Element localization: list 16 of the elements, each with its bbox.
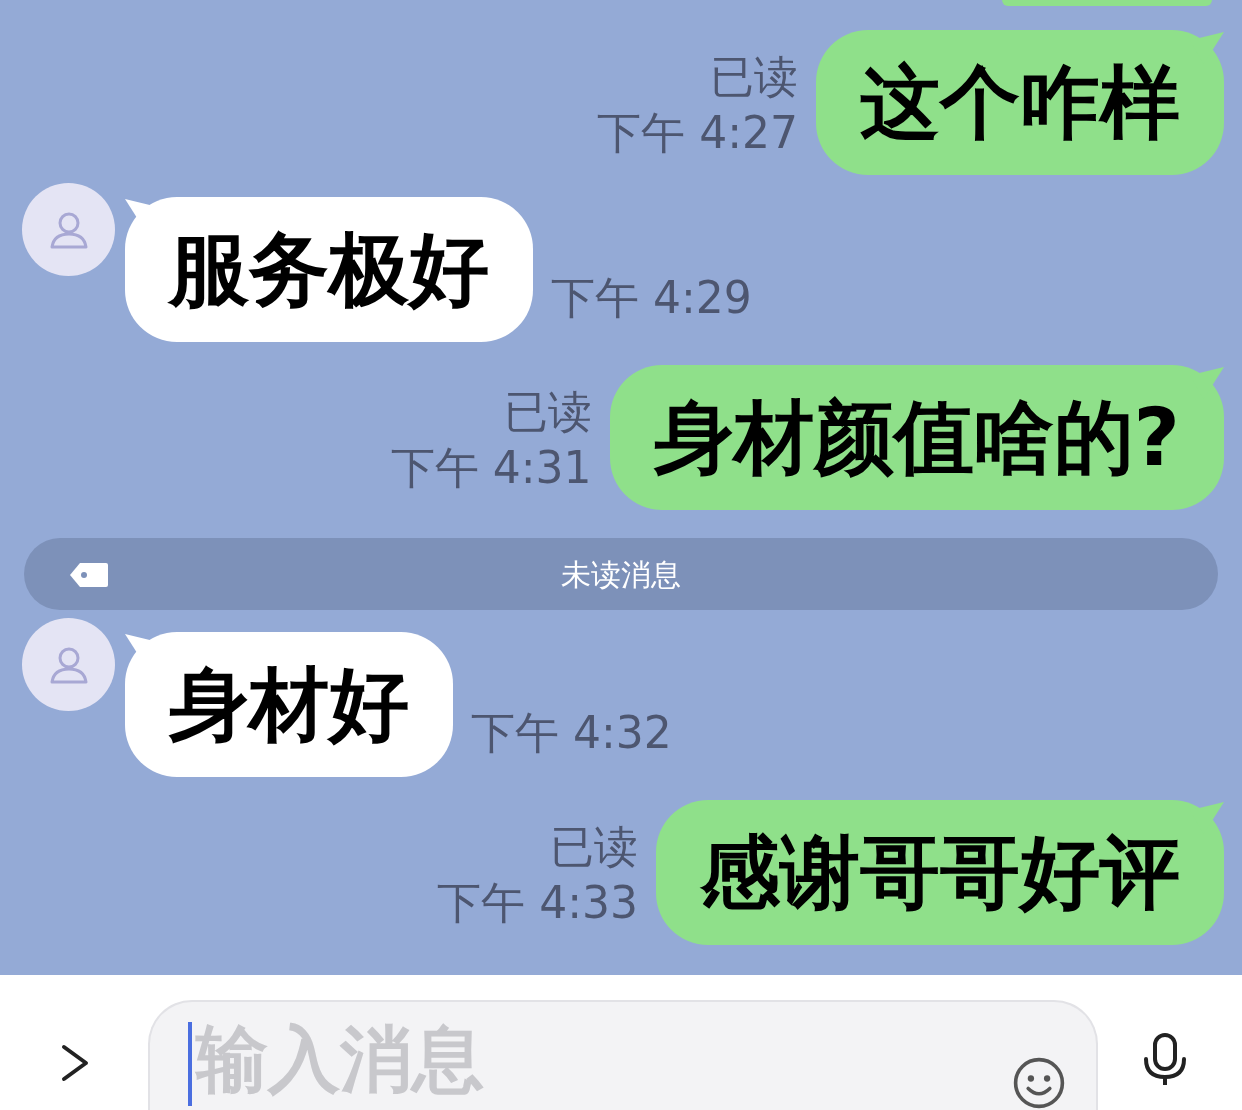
read-receipt: 已读 (710, 50, 798, 104)
message-bubble: 服务极好 (125, 197, 533, 342)
message-time: 下午 4:32 (471, 706, 672, 760)
divider-label: 未读消息 (561, 555, 681, 594)
read-receipt: 已读 (550, 820, 638, 874)
message-time: 下午 4:33 (437, 876, 638, 930)
tag-icon (70, 563, 108, 587)
message-bubble: 身材颜值啥的? (609, 365, 1224, 510)
message-bubble: 感谢哥哥好评 (656, 800, 1224, 945)
emoji-icon[interactable] (1012, 1056, 1066, 1110)
message-time: 下午 4:27 (597, 106, 798, 160)
message-time: 下午 4:29 (551, 271, 752, 325)
message-time: 下午 4:31 (390, 441, 592, 495)
read-receipt: 已读 (503, 385, 592, 439)
message-bubble: 这个咋样 (816, 30, 1224, 175)
message-bubble: 身材好 (125, 632, 453, 777)
